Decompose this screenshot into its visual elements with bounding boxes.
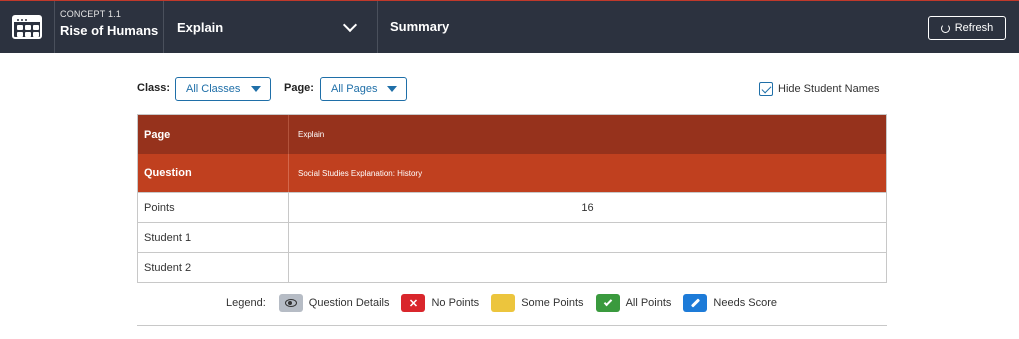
legend-item-label: Question Details <box>308 297 390 309</box>
page-filter-label: Page: <box>284 82 314 94</box>
page-dropdown[interactable]: All Pages <box>320 77 407 101</box>
hide-student-names-toggle[interactable]: Hide Student Names <box>759 82 880 96</box>
summary-table: Page Explain Question Social Studies Exp… <box>137 114 887 283</box>
divider <box>377 1 378 53</box>
refresh-label: Refresh <box>954 22 994 34</box>
student-score-cell[interactable] <box>289 223 886 252</box>
check-icon <box>603 297 612 307</box>
concept-heading: CONCEPT 1.1 Rise of Humans <box>60 9 158 38</box>
question-row-value[interactable]: Social Studies Explanation: History <box>289 154 886 192</box>
legend-item-label: Some Points <box>521 297 584 309</box>
refresh-icon <box>940 23 950 33</box>
hide-names-checkbox[interactable] <box>759 82 773 96</box>
page-row-header: Page <box>138 115 289 154</box>
legend-item-no-points: ✕ No Points <box>401 294 479 312</box>
page-selector-label: Explain <box>177 19 224 35</box>
points-row-value: 16 <box>581 201 594 214</box>
class-filter-label: Class: <box>137 82 171 94</box>
legend-item-label: Needs Score <box>713 297 778 309</box>
legend-item-question-details: Question Details <box>278 294 390 312</box>
refresh-button[interactable]: Refresh <box>928 16 1006 40</box>
page-dropdown-value: All Pages <box>331 83 378 95</box>
top-bar: CONCEPT 1.1 Rise of Humans Explain Summa… <box>0 0 1019 53</box>
pencil-icon <box>690 298 701 308</box>
question-row-header: Question <box>138 154 289 192</box>
page-selector-dropdown[interactable]: Explain <box>163 1 377 53</box>
legend: Legend: Question Details ✕ No Points Som… <box>226 292 789 314</box>
summary-tab[interactable]: Summary <box>390 19 449 34</box>
legend-item-all-points: All Points <box>595 294 672 312</box>
concept-label: CONCEPT 1.1 <box>60 9 122 19</box>
eye-icon <box>284 299 297 307</box>
question-row: Question Social Studies Explanation: His… <box>138 154 886 192</box>
student-score-cell[interactable] <box>289 253 886 282</box>
legend-item-label: No Points <box>431 297 480 309</box>
concept-title: Rise of Humans <box>60 23 159 38</box>
legend-item-label: All Points <box>625 297 672 309</box>
divider <box>137 325 887 326</box>
page-row: Page Explain <box>138 115 886 154</box>
page-row-value: Explain <box>298 130 325 139</box>
app-grid-icon[interactable] <box>0 1 54 53</box>
legend-swatch-question-details <box>278 294 303 312</box>
legend-swatch-some-points <box>491 294 516 312</box>
legend-swatch-no-points: ✕ <box>401 294 426 312</box>
caret-down-icon <box>251 86 261 92</box>
table-row: Student 2 <box>138 252 886 282</box>
points-row-header: Points <box>138 193 289 222</box>
x-icon: ✕ <box>408 297 419 310</box>
legend-item-some-points: Some Points <box>491 294 584 312</box>
points-row: Points 16 <box>138 192 886 222</box>
class-dropdown[interactable]: All Classes <box>175 77 271 101</box>
legend-label: Legend: <box>226 297 266 309</box>
student-name: Student 1 <box>138 223 289 252</box>
table-row: Student 1 <box>138 222 886 252</box>
student-name: Student 2 <box>138 253 289 282</box>
legend-swatch-all-points <box>595 294 620 312</box>
divider <box>54 1 55 53</box>
chevron-down-icon <box>342 17 358 33</box>
legend-item-needs-score: Needs Score <box>683 294 777 312</box>
hide-names-label: Hide Student Names <box>778 83 880 95</box>
legend-swatch-needs-score <box>683 294 708 312</box>
class-dropdown-value: All Classes <box>186 83 241 95</box>
caret-down-icon <box>387 86 397 92</box>
